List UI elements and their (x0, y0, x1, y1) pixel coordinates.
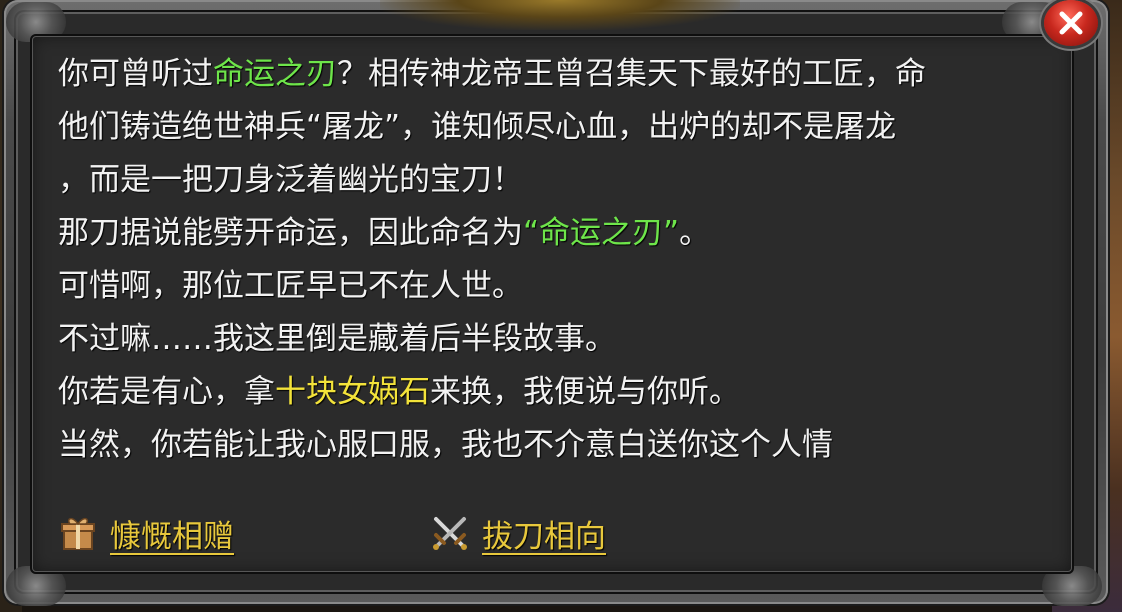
dialog-segment: ？相传神龙帝王曾召集天下最好的工匠，命 (337, 56, 926, 92)
dialog-segment: 他们铸造绝世神兵“屠龙”，谁知倾尽心血，出炉的却不是屠龙 (58, 109, 897, 145)
dialog-segment: 你可曾听过 (58, 56, 213, 92)
dialog-line: 不过嘛……我这里倒是藏着后半段故事。 (58, 313, 1048, 366)
dialog-segment: ，而是一把刀身泛着幽光的宝刀！ (58, 162, 523, 198)
frame-top-ornament (380, 0, 740, 30)
option-draw-sword[interactable]: 拔刀相向 (430, 508, 606, 558)
close-button[interactable] (1044, 0, 1098, 46)
dialog-segment: 。 (679, 215, 711, 251)
dialog-line: 当然，你若能让我心服口服，我也不介意白送你这个人情 (58, 419, 1048, 472)
option-generous-gift[interactable]: 慷慨相赠 (58, 508, 234, 558)
item-name-highlight: “命运之刃” (523, 215, 680, 251)
dialog-options: 慷慨相赠 拔刀相向 (58, 508, 958, 558)
option-label: 拔刀相向 (482, 518, 606, 555)
dialog-line: 你若是有心，拿十块女娲石来换，我便说与你听。 (58, 366, 1048, 419)
dialog-text: 你可曾听过命运之刃？相传神龙帝王曾召集天下最好的工匠，命 他们铸造绝世神兵“屠龙… (58, 48, 1048, 472)
dialog-line: 那刀据说能劈开命运，因此命名为“命运之刃”。 (58, 207, 1048, 260)
option-label: 慷慨相赠 (110, 518, 234, 555)
crossed-swords-icon (433, 517, 467, 550)
dialog-line: 你可曾听过命运之刃？相传神龙帝王曾召集天下最好的工匠，命 (58, 48, 1048, 101)
dialog-line: ，而是一把刀身泛着幽光的宝刀！ (58, 154, 1048, 207)
dialog-line: 可惜啊，那位工匠早已不在人世。 (58, 260, 1048, 313)
dialog-segment: 那刀据说能劈开命运，因此命名为 (58, 215, 523, 251)
item-name-highlight: 命运之刃 (213, 56, 337, 92)
dialog-segment: 当然，你若能让我心服口服，我也不介意白送你这个人情 (58, 427, 833, 463)
dialog-segment: 你若是有心，拿 (58, 374, 275, 410)
cost-highlight: 十块女娲石 (275, 374, 430, 410)
dialog-segment: 不过嘛……我这里倒是藏着后半段故事。 (58, 321, 616, 357)
dialog-line: 他们铸造绝世神兵“屠龙”，谁知倾尽心血，出炉的却不是屠龙 (58, 101, 1048, 154)
close-icon (1059, 11, 1083, 35)
gift-icon (61, 517, 95, 550)
dialog-segment: 来换，我便说与你听。 (430, 374, 740, 410)
dialog-segment: 可惜啊，那位工匠早已不在人世。 (58, 268, 523, 304)
